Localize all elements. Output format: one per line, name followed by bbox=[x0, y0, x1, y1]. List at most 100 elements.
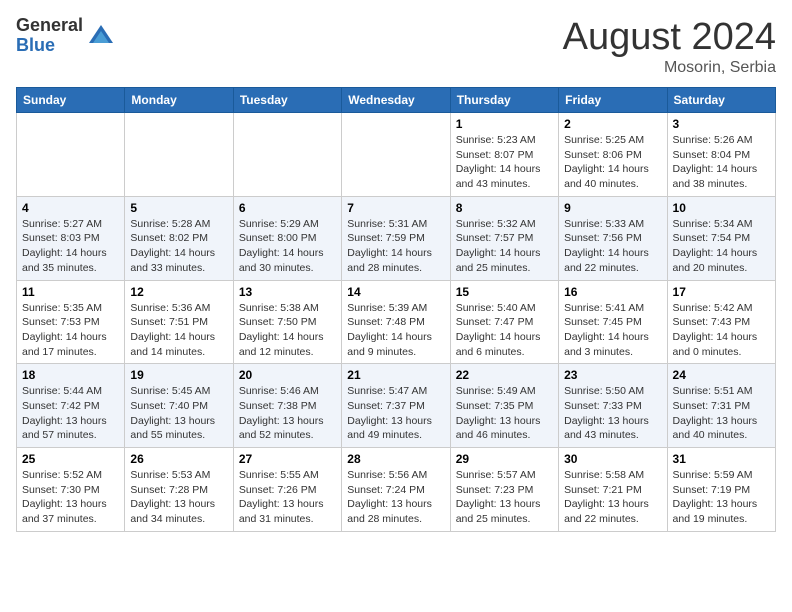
logo: General Blue bbox=[16, 16, 115, 56]
day-number: 25 bbox=[22, 452, 119, 466]
day-number: 10 bbox=[673, 201, 770, 215]
day-number: 30 bbox=[564, 452, 661, 466]
day-number: 26 bbox=[130, 452, 227, 466]
day-info: Sunrise: 5:42 AM Sunset: 7:43 PM Dayligh… bbox=[673, 301, 770, 360]
week-row-2: 11 Sunrise: 5:35 AM Sunset: 7:53 PM Dayli… bbox=[17, 280, 776, 364]
calendar-cell: 20Sunrise: 5:46 AM Sunset: 7:38 PM Dayli… bbox=[233, 364, 341, 448]
day-number: 24 bbox=[673, 368, 770, 382]
calendar-cell: 25 Sunrise: 5:52 AM Sunset: 7:30 PM Dayli… bbox=[17, 448, 125, 532]
calendar-cell: 1 Sunrise: 5:23 AM Sunset: 8:07 PM Daylig… bbox=[450, 113, 558, 197]
day-info: Sunrise: 5:56 AM Sunset: 7:24 PM Dayligh… bbox=[347, 468, 444, 527]
title-block: August 2024 Mosorin, Serbia bbox=[563, 16, 776, 77]
day-number: 6 bbox=[239, 201, 336, 215]
calendar-cell: 14Sunrise: 5:39 AM Sunset: 7:48 PM Dayli… bbox=[342, 280, 450, 364]
logo-blue: Blue bbox=[16, 36, 83, 56]
calendar-cell: 13 Sunrise: 5:38 AM Sunset: 7:50 PM Dayli… bbox=[233, 280, 341, 364]
day-info: Sunrise: 5:32 AM Sunset: 7:57 PM Dayligh… bbox=[456, 217, 553, 276]
calendar-cell bbox=[125, 113, 233, 197]
day-info: Sunrise: 5:46 AM Sunset: 7:38 PM Dayligh… bbox=[239, 384, 336, 443]
calendar-cell: 18 Sunrise: 5:44 AM Sunset: 7:42 PM Dayli… bbox=[17, 364, 125, 448]
day-number: 4 bbox=[22, 201, 119, 215]
day-number: 31 bbox=[673, 452, 770, 466]
day-info: Sunrise: 5:27 AM Sunset: 8:03 PM Dayligh… bbox=[22, 217, 119, 276]
day-info: Sunrise: 5:40 AM Sunset: 7:47 PM Dayligh… bbox=[456, 301, 553, 360]
calendar-cell: 11 Sunrise: 5:35 AM Sunset: 7:53 PM Dayli… bbox=[17, 280, 125, 364]
calendar-cell: 30Sunrise: 5:58 AM Sunset: 7:21 PM Dayli… bbox=[559, 448, 667, 532]
logo-icon bbox=[87, 21, 115, 49]
day-info: Sunrise: 5:53 AM Sunset: 7:28 PM Dayligh… bbox=[130, 468, 227, 527]
calendar-cell bbox=[233, 113, 341, 197]
calendar-cell: 2Sunrise: 5:25 AM Sunset: 8:06 PM Daylig… bbox=[559, 113, 667, 197]
calendar-cell: 29 Sunrise: 5:57 AM Sunset: 7:23 PM Dayli… bbox=[450, 448, 558, 532]
calendar-cell: 27 Sunrise: 5:55 AM Sunset: 7:26 PM Dayli… bbox=[233, 448, 341, 532]
calendar-cell bbox=[17, 113, 125, 197]
day-info: Sunrise: 5:39 AM Sunset: 7:48 PM Dayligh… bbox=[347, 301, 444, 360]
header-sunday: Sunday bbox=[17, 88, 125, 113]
location: Mosorin, Serbia bbox=[563, 59, 776, 77]
calendar-cell: 5Sunrise: 5:28 AM Sunset: 8:02 PM Daylig… bbox=[125, 196, 233, 280]
calendar-cell: 15 Sunrise: 5:40 AM Sunset: 7:47 PM Dayli… bbox=[450, 280, 558, 364]
header-saturday: Saturday bbox=[667, 88, 775, 113]
day-number: 11 bbox=[22, 285, 119, 299]
day-info: Sunrise: 5:51 AM Sunset: 7:31 PM Dayligh… bbox=[673, 384, 770, 443]
logo-general: General bbox=[16, 16, 83, 36]
calendar-cell: 28 Sunrise: 5:56 AM Sunset: 7:24 PM Dayli… bbox=[342, 448, 450, 532]
calendar-cell: 26 Sunrise: 5:53 AM Sunset: 7:28 PM Dayli… bbox=[125, 448, 233, 532]
calendar-header: SundayMondayTuesdayWednesdayThursdayFrid… bbox=[17, 88, 776, 113]
calendar-cell: 16Sunrise: 5:41 AM Sunset: 7:45 PM Dayli… bbox=[559, 280, 667, 364]
day-number: 18 bbox=[22, 368, 119, 382]
header-tuesday: Tuesday bbox=[233, 88, 341, 113]
day-number: 8 bbox=[456, 201, 553, 215]
calendar-cell bbox=[342, 113, 450, 197]
day-number: 15 bbox=[456, 285, 553, 299]
day-info: Sunrise: 5:28 AM Sunset: 8:02 PM Dayligh… bbox=[130, 217, 227, 276]
week-row-0: 1 Sunrise: 5:23 AM Sunset: 8:07 PM Daylig… bbox=[17, 113, 776, 197]
day-info: Sunrise: 5:29 AM Sunset: 8:00 PM Dayligh… bbox=[239, 217, 336, 276]
header-wednesday: Wednesday bbox=[342, 88, 450, 113]
calendar-cell: 23 Sunrise: 5:50 AM Sunset: 7:33 PM Dayli… bbox=[559, 364, 667, 448]
day-number: 23 bbox=[564, 368, 661, 382]
day-info: Sunrise: 5:57 AM Sunset: 7:23 PM Dayligh… bbox=[456, 468, 553, 527]
calendar-body: 1 Sunrise: 5:23 AM Sunset: 8:07 PM Daylig… bbox=[17, 113, 776, 532]
day-info: Sunrise: 5:38 AM Sunset: 7:50 PM Dayligh… bbox=[239, 301, 336, 360]
day-info: Sunrise: 5:50 AM Sunset: 7:33 PM Dayligh… bbox=[564, 384, 661, 443]
day-info: Sunrise: 5:31 AM Sunset: 7:59 PM Dayligh… bbox=[347, 217, 444, 276]
day-info: Sunrise: 5:49 AM Sunset: 7:35 PM Dayligh… bbox=[456, 384, 553, 443]
day-number: 27 bbox=[239, 452, 336, 466]
week-row-1: 4 Sunrise: 5:27 AM Sunset: 8:03 PM Daylig… bbox=[17, 196, 776, 280]
day-info: Sunrise: 5:26 AM Sunset: 8:04 PM Dayligh… bbox=[673, 133, 770, 192]
day-number: 22 bbox=[456, 368, 553, 382]
day-info: Sunrise: 5:35 AM Sunset: 7:53 PM Dayligh… bbox=[22, 301, 119, 360]
day-info: Sunrise: 5:23 AM Sunset: 8:07 PM Dayligh… bbox=[456, 133, 553, 192]
day-number: 13 bbox=[239, 285, 336, 299]
calendar-cell: 19Sunrise: 5:45 AM Sunset: 7:40 PM Dayli… bbox=[125, 364, 233, 448]
calendar-cell: 31Sunrise: 5:59 AM Sunset: 7:19 PM Dayli… bbox=[667, 448, 775, 532]
day-info: Sunrise: 5:25 AM Sunset: 8:06 PM Dayligh… bbox=[564, 133, 661, 192]
day-number: 21 bbox=[347, 368, 444, 382]
day-number: 29 bbox=[456, 452, 553, 466]
calendar-cell: 12Sunrise: 5:36 AM Sunset: 7:51 PM Dayli… bbox=[125, 280, 233, 364]
calendar-cell: 3Sunrise: 5:26 AM Sunset: 8:04 PM Daylig… bbox=[667, 113, 775, 197]
day-info: Sunrise: 5:33 AM Sunset: 7:56 PM Dayligh… bbox=[564, 217, 661, 276]
header-friday: Friday bbox=[559, 88, 667, 113]
calendar-cell: 22 Sunrise: 5:49 AM Sunset: 7:35 PM Dayli… bbox=[450, 364, 558, 448]
day-info: Sunrise: 5:36 AM Sunset: 7:51 PM Dayligh… bbox=[130, 301, 227, 360]
day-number: 19 bbox=[130, 368, 227, 382]
page-header: General Blue August 2024 Mosorin, Serbia bbox=[16, 16, 776, 77]
header-thursday: Thursday bbox=[450, 88, 558, 113]
month-year: August 2024 bbox=[563, 16, 776, 59]
calendar-cell: 21 Sunrise: 5:47 AM Sunset: 7:37 PM Dayli… bbox=[342, 364, 450, 448]
day-number: 9 bbox=[564, 201, 661, 215]
day-info: Sunrise: 5:47 AM Sunset: 7:37 PM Dayligh… bbox=[347, 384, 444, 443]
day-number: 16 bbox=[564, 285, 661, 299]
day-number: 7 bbox=[347, 201, 444, 215]
week-row-4: 25 Sunrise: 5:52 AM Sunset: 7:30 PM Dayli… bbox=[17, 448, 776, 532]
calendar-table: SundayMondayTuesdayWednesdayThursdayFrid… bbox=[16, 87, 776, 532]
day-number: 28 bbox=[347, 452, 444, 466]
day-info: Sunrise: 5:52 AM Sunset: 7:30 PM Dayligh… bbox=[22, 468, 119, 527]
calendar-cell: 4 Sunrise: 5:27 AM Sunset: 8:03 PM Daylig… bbox=[17, 196, 125, 280]
day-info: Sunrise: 5:55 AM Sunset: 7:26 PM Dayligh… bbox=[239, 468, 336, 527]
header-monday: Monday bbox=[125, 88, 233, 113]
day-info: Sunrise: 5:44 AM Sunset: 7:42 PM Dayligh… bbox=[22, 384, 119, 443]
day-number: 1 bbox=[456, 117, 553, 131]
